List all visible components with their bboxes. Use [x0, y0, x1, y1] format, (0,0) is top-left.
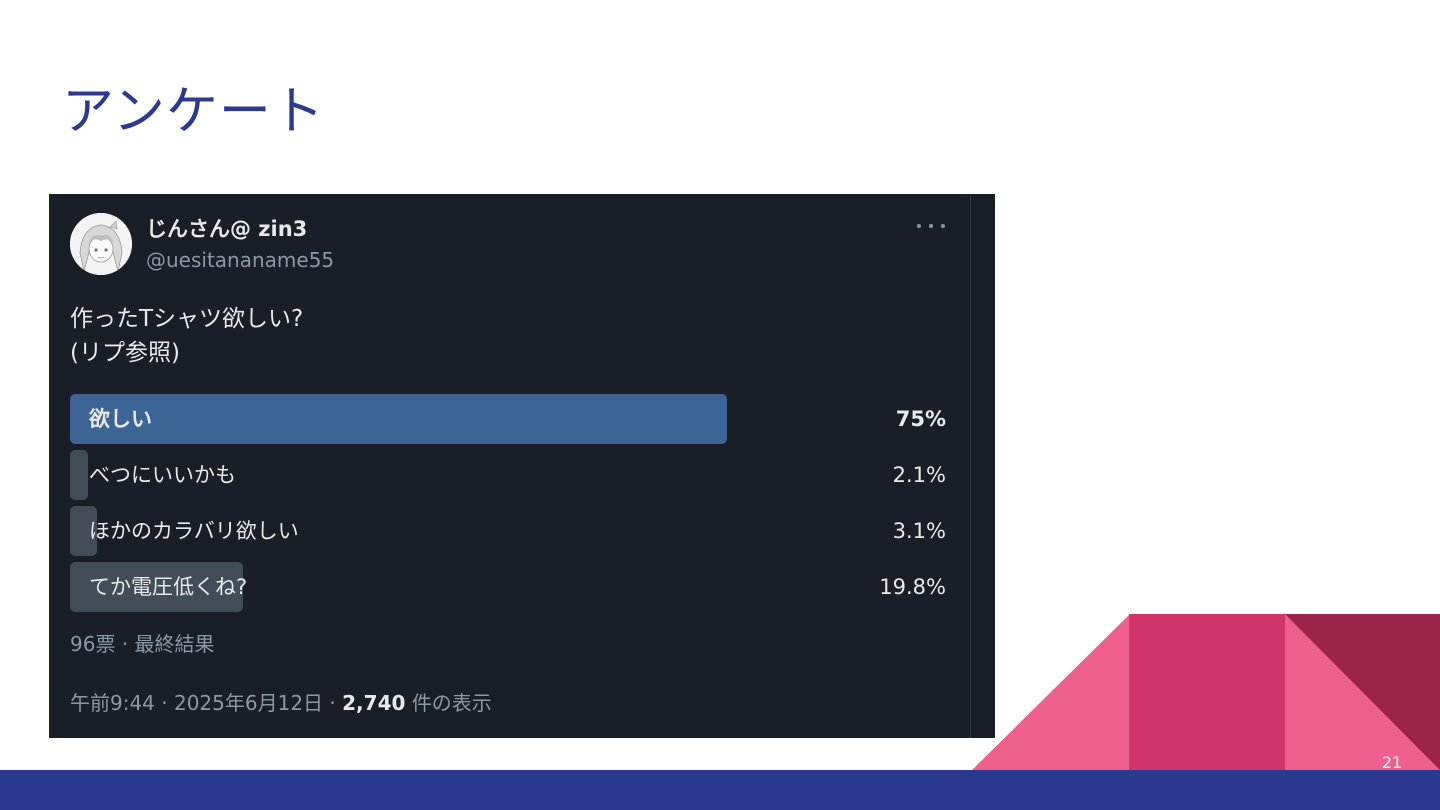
tweet-meta: 午前9:44 · 2025年6月12日 · 2,740 件の表示 [70, 688, 492, 718]
poll-bar [70, 450, 89, 500]
views-label: 件の表示 [405, 691, 492, 715]
tweet-timestamp[interactable]: 午前9:44 · 2025年6月12日 · [70, 691, 342, 715]
poll-option-percent: 19.8% [879, 575, 946, 599]
bottom-band [0, 770, 1440, 810]
poll-option-percent: 2.1% [892, 463, 946, 487]
views-count[interactable]: 2,740 [342, 691, 405, 715]
poll-option-label: てか電圧低くね? [89, 575, 248, 599]
tweet-text-line-2: (リプ参照) [70, 340, 180, 366]
dot [941, 224, 945, 228]
poll-option-percent: 3.1% [892, 519, 946, 543]
deco-triangle-right [1285, 614, 1440, 770]
poll-option-label: 欲しい [89, 407, 152, 431]
avatar-illustration [70, 213, 132, 275]
tweet-text: 作ったTシャツ欲しい? (リプ参照) [70, 302, 303, 370]
poll: 欲しい 75% べつにいいかも 2.1% ほかのカラバリ欲しい 3.1% てか電… [70, 394, 950, 618]
poll-option-percent: 75% [895, 407, 946, 431]
tweet-card: じんさん@ zin3 @uesitananame55 作ったTシャツ欲しい? (… [49, 194, 995, 738]
avatar[interactable] [70, 213, 132, 275]
column-divider [970, 194, 971, 738]
poll-option: べつにいいかも 2.1% [70, 450, 950, 500]
dot [917, 224, 921, 228]
poll-option: 欲しい 75% [70, 394, 950, 444]
deco-triangle-left [972, 614, 1130, 770]
user-handle[interactable]: @uesitananame55 [146, 247, 334, 273]
poll-summary: 96票 · 最終結果 [70, 632, 215, 656]
poll-option: ほかのカラバリ欲しい 3.1% [70, 506, 950, 556]
deco-block-right [1285, 614, 1440, 770]
display-name[interactable]: じんさん@ zin3 [146, 215, 307, 243]
ellipsis-icon[interactable] [917, 216, 945, 236]
deco-block-middle [1129, 614, 1286, 770]
page-number: 21 [1381, 753, 1403, 772]
poll-bar [70, 394, 727, 444]
poll-option-label: べつにいいかも [89, 463, 236, 487]
dot [929, 224, 933, 228]
tweet-text-line-1: 作ったTシャツ欲しい? [70, 306, 304, 332]
poll-option-label: ほかのカラバリ欲しい [89, 519, 299, 543]
slide-title: アンケート [62, 82, 325, 142]
poll-option: てか電圧低くね? 19.8% [70, 562, 950, 612]
